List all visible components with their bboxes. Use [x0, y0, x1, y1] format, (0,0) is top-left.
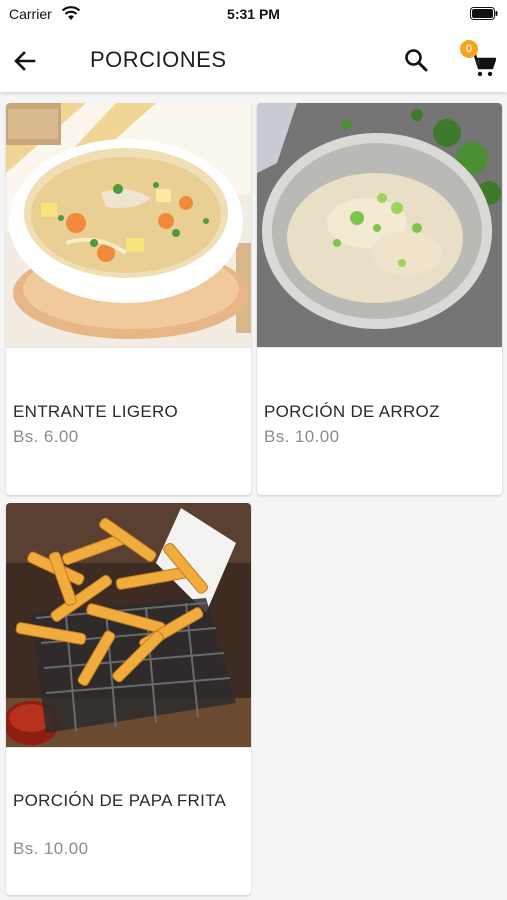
card-divider: [257, 347, 502, 348]
card-divider: [6, 347, 251, 348]
product-image-soup: [6, 103, 251, 347]
cart-button[interactable]: 0: [456, 40, 496, 82]
card-divider: [6, 747, 251, 748]
arrow-left-icon: [14, 51, 36, 71]
search-button[interactable]: [401, 45, 431, 75]
search-icon: [405, 49, 428, 72]
product-price: Bs. 6.00: [13, 427, 79, 446]
cart-count-badge: 0: [460, 40, 478, 58]
status-bar: Carrier 5:31 PM: [0, 0, 507, 28]
product-card[interactable]: PORCIÓN DE ARROZ Bs. 10.00: [257, 103, 502, 495]
app-bar: PORCIONES 0: [0, 28, 507, 92]
product-image-rice: [257, 103, 502, 347]
product-name: ENTRANTE LIGERO: [13, 402, 179, 421]
product-image-fries: [6, 503, 251, 747]
page-title: PORCIONES: [90, 47, 227, 72]
product-card[interactable]: ENTRANTE LIGERO Bs. 6.00: [6, 103, 251, 495]
product-price: Bs. 10.00: [264, 427, 340, 446]
back-button[interactable]: [10, 46, 40, 76]
product-card[interactable]: PORCIÓN DE PAPA FRITA Bs. 10.00: [6, 503, 251, 895]
product-name: PORCIÓN DE PAPA FRITA: [13, 791, 227, 810]
product-name: PORCIÓN DE ARROZ: [264, 402, 440, 421]
status-time: 5:31 PM: [227, 6, 280, 22]
battery-icon: [470, 7, 498, 20]
product-price: Bs. 10.00: [13, 839, 89, 858]
